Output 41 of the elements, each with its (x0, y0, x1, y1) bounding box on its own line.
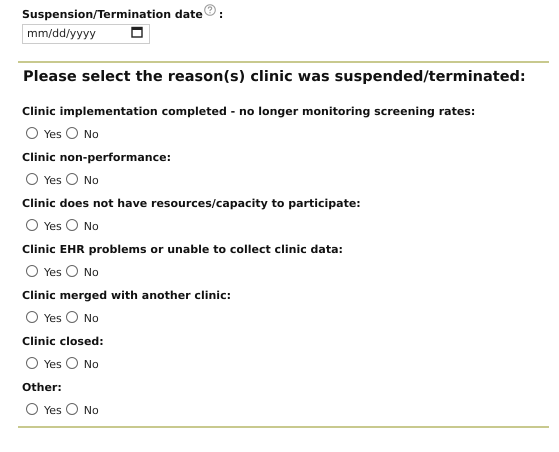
radio-button[interactable] (66, 403, 78, 415)
radio-button[interactable] (66, 265, 78, 277)
radio-button[interactable] (26, 403, 38, 415)
question-label: Clinic non-performance: (22, 150, 172, 166)
radio-button[interactable] (26, 265, 38, 277)
option-label[interactable]: No (84, 312, 99, 325)
radio-button[interactable] (66, 173, 78, 185)
question-label: Other: (22, 380, 63, 396)
option-label[interactable]: Yes (44, 358, 62, 371)
radio-button[interactable] (26, 173, 38, 185)
question-label: Clinic merged with another clinic: (22, 288, 232, 304)
field-label: Suspension/Termination date (22, 7, 203, 23)
option-label[interactable]: No (84, 128, 99, 141)
radio-button[interactable] (66, 311, 78, 323)
option-label[interactable]: Yes (44, 128, 62, 141)
question-label: Clinic does not have resources/capacity to participate: (22, 196, 362, 212)
radio-button[interactable] (26, 311, 38, 323)
radio-button[interactable] (26, 127, 38, 139)
calendar-icon[interactable] (131, 26, 143, 38)
option-label[interactable]: No (84, 220, 99, 233)
question-label: Clinic implementation completed - no longer monitoring screening rates: (22, 104, 476, 120)
question-label: Clinic closed: (22, 334, 105, 350)
option-label[interactable]: No (84, 404, 99, 417)
help-icon[interactable] (204, 4, 216, 16)
option-label[interactable]: Yes (44, 312, 62, 325)
option-label[interactable]: No (84, 174, 99, 187)
option-label[interactable]: Yes (44, 266, 62, 279)
radio-button[interactable] (66, 219, 78, 231)
section-heading: Please select the reason(s) clinic was suspended/terminated: (22, 69, 527, 85)
question-label: Clinic EHR problems or unable to collect clinic data: (22, 242, 344, 258)
option-label[interactable]: Yes (44, 404, 62, 417)
option-label[interactable]: No (84, 266, 99, 279)
option-label[interactable]: Yes (44, 220, 62, 233)
radio-button[interactable] (66, 357, 78, 369)
option-label[interactable]: No (84, 358, 99, 371)
date-field[interactable]: mm/dd/yyyy (22, 24, 150, 44)
option-label[interactable]: Yes (44, 174, 62, 187)
radio-button[interactable] (26, 357, 38, 369)
radio-button[interactable] (26, 219, 38, 231)
colon-text: : (218, 7, 224, 23)
radio-button[interactable] (66, 127, 78, 139)
